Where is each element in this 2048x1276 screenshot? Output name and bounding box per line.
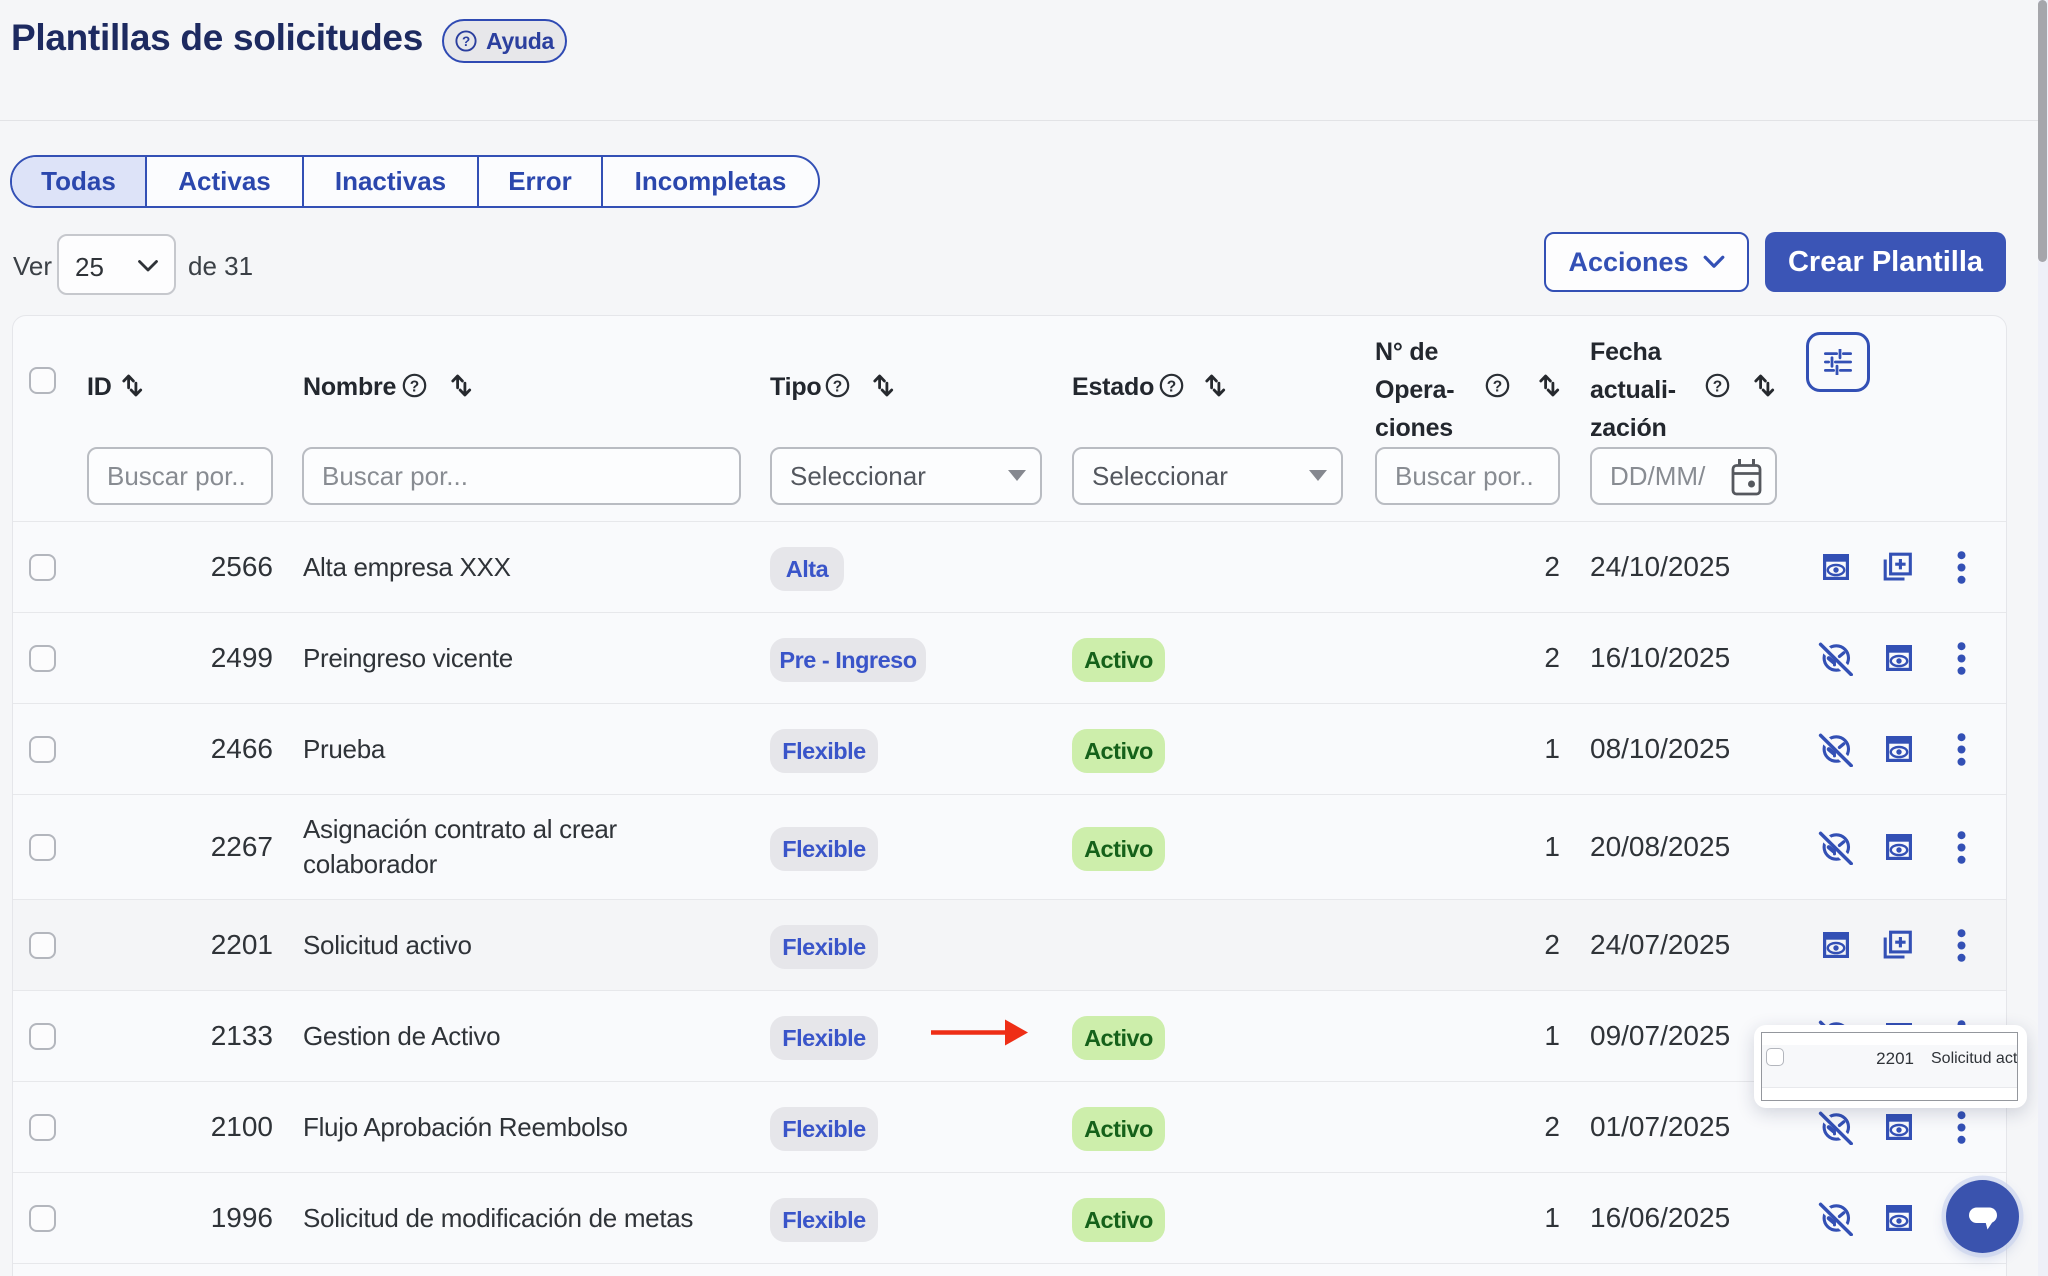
svg-text:?: ? — [410, 378, 419, 395]
svg-text:?: ? — [1713, 378, 1722, 395]
svg-text:?: ? — [1167, 378, 1176, 395]
svg-text:?: ? — [833, 378, 842, 395]
svg-text:?: ? — [462, 34, 470, 49]
svg-text:?: ? — [1493, 378, 1502, 395]
